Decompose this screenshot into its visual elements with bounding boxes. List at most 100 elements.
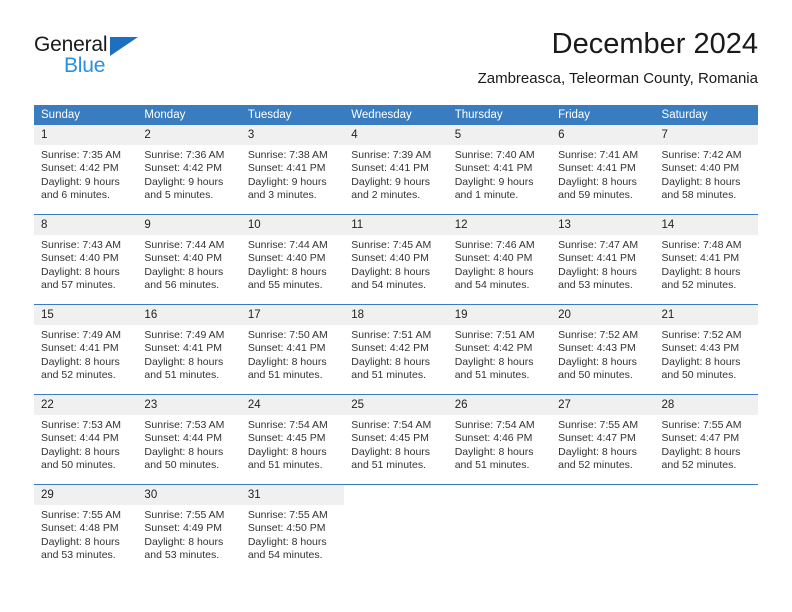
daylight-text-line2: and 53 minutes. <box>41 548 116 561</box>
daylight-text-line2: and 51 minutes. <box>144 368 220 381</box>
day-number[interactable]: 28 <box>654 395 758 415</box>
sunset-text: Sunset: 4:40 PM <box>661 162 740 175</box>
day-number[interactable]: 21 <box>654 305 758 325</box>
daylight-text-line2: and 57 minutes. <box>41 278 116 291</box>
day-cell: 11 Sunrise: 7:45 AM Sunset: 4:40 PM Dayl… <box>344 214 448 305</box>
logo-text-blue: Blue <box>64 54 106 77</box>
sunrise-text: Sunrise: 7:52 AM <box>661 329 742 341</box>
day-details: Sunrise: 7:36 AM Sunset: 4:42 PM Dayligh… <box>137 145 240 202</box>
day-number[interactable]: 6 <box>551 125 655 145</box>
daylight-text-line1: Daylight: 8 hours <box>558 355 637 368</box>
triangle-icon <box>110 37 138 56</box>
day-number[interactable]: 20 <box>551 305 655 325</box>
weekday-header-monday: Monday <box>137 105 241 125</box>
sunrise-text: Sunrise: 7:47 AM <box>558 239 639 251</box>
day-number[interactable]: 29 <box>34 485 138 505</box>
day-number[interactable]: 25 <box>344 395 448 415</box>
day-number[interactable]: 24 <box>240 395 345 415</box>
daylight-text-line2: and 51 minutes. <box>247 458 323 471</box>
daylight-text-line2: and 56 minutes. <box>144 278 220 291</box>
day-number[interactable]: 7 <box>654 125 758 145</box>
day-cell: 25 Sunrise: 7:54 AM Sunset: 4:45 PM Dayl… <box>344 394 448 485</box>
sunset-text: Sunset: 4:42 PM <box>144 162 223 175</box>
day-number[interactable]: 10 <box>240 215 345 235</box>
day-number[interactable]: 19 <box>447 305 552 325</box>
daylight-text-line1: Daylight: 8 hours <box>454 445 534 458</box>
day-number[interactable]: 22 <box>34 395 138 415</box>
weekday-header-sunday: Sunday <box>34 105 138 125</box>
page-title: December 2024 <box>551 28 758 60</box>
daylight-text-line1: Daylight: 8 hours <box>351 355 431 368</box>
daylight-text-line1: Daylight: 8 hours <box>558 445 637 458</box>
week-row: 1 Sunrise: 7:35 AM Sunset: 4:42 PM Dayli… <box>34 125 758 215</box>
daylight-text-line1: Daylight: 8 hours <box>41 265 120 278</box>
sunset-text: Sunset: 4:45 PM <box>351 432 429 445</box>
day-number[interactable]: 8 <box>34 215 138 235</box>
day-details: Sunrise: 7:43 AM Sunset: 4:40 PM Dayligh… <box>34 235 137 292</box>
day-number[interactable]: 4 <box>344 125 448 145</box>
daylight-text-line2: and 51 minutes. <box>454 458 530 471</box>
day-number[interactable]: 23 <box>137 395 241 415</box>
week-row: 15 Sunrise: 7:49 AM Sunset: 4:41 PM Dayl… <box>34 304 758 395</box>
day-details: Sunrise: 7:42 AM Sunset: 4:40 PM Dayligh… <box>655 145 758 202</box>
sunrise-text: Sunrise: 7:53 AM <box>144 419 225 431</box>
day-details: Sunrise: 7:50 AM Sunset: 4:41 PM Dayligh… <box>241 325 344 382</box>
sunset-text: Sunset: 4:40 PM <box>351 252 429 265</box>
day-number[interactable]: 12 <box>447 215 552 235</box>
day-number[interactable]: 2 <box>137 125 241 145</box>
day-details: Sunrise: 7:52 AM Sunset: 4:43 PM Dayligh… <box>655 325 758 382</box>
daylight-text-line2: and 55 minutes. <box>247 278 323 291</box>
day-number[interactable]: 3 <box>240 125 345 145</box>
day-number[interactable]: 18 <box>344 305 448 325</box>
daylight-text-line1: Daylight: 8 hours <box>661 175 741 188</box>
day-cell: 10 Sunrise: 7:44 AM Sunset: 4:40 PM Dayl… <box>240 214 345 305</box>
day-number[interactable]: 30 <box>137 485 241 505</box>
sunset-text: Sunset: 4:45 PM <box>247 432 326 445</box>
day-cell: 15 Sunrise: 7:49 AM Sunset: 4:41 PM Dayl… <box>34 304 138 395</box>
day-details: Sunrise: 7:35 AM Sunset: 4:42 PM Dayligh… <box>34 145 137 202</box>
day-number[interactable]: 5 <box>447 125 552 145</box>
day-number[interactable]: 16 <box>137 305 241 325</box>
daylight-text-line1: Daylight: 8 hours <box>661 355 741 368</box>
daylight-text-line1: Daylight: 8 hours <box>247 355 327 368</box>
day-cell: 17 Sunrise: 7:50 AM Sunset: 4:41 PM Dayl… <box>240 304 345 395</box>
day-cell: 30 Sunrise: 7:55 AM Sunset: 4:49 PM Dayl… <box>137 484 241 574</box>
day-cell: 28 Sunrise: 7:55 AM Sunset: 4:47 PM Dayl… <box>654 394 758 485</box>
day-number[interactable]: 27 <box>551 395 655 415</box>
sunrise-text: Sunrise: 7:55 AM <box>41 509 121 521</box>
day-number[interactable]: 14 <box>654 215 758 235</box>
weekday-header-tuesday: Tuesday <box>240 105 345 125</box>
daylight-text-line1: Daylight: 8 hours <box>454 265 534 278</box>
sunrise-text: Sunrise: 7:53 AM <box>41 419 121 431</box>
day-number[interactable]: 13 <box>551 215 655 235</box>
day-cell: 21 Sunrise: 7:52 AM Sunset: 4:43 PM Dayl… <box>654 304 758 395</box>
day-cell: 27 Sunrise: 7:55 AM Sunset: 4:47 PM Dayl… <box>551 394 655 485</box>
day-details: Sunrise: 7:49 AM Sunset: 4:41 PM Dayligh… <box>34 325 137 382</box>
sunset-text: Sunset: 4:47 PM <box>558 432 636 445</box>
sunrise-text: Sunrise: 7:50 AM <box>247 329 328 341</box>
day-number[interactable]: 31 <box>240 485 345 505</box>
daylight-text-line2: and 50 minutes. <box>661 368 737 381</box>
day-number[interactable]: 15 <box>34 305 138 325</box>
day-number[interactable]: 1 <box>34 125 138 145</box>
day-cell: 14 Sunrise: 7:48 AM Sunset: 4:41 PM Dayl… <box>654 214 758 305</box>
day-number[interactable]: 17 <box>240 305 345 325</box>
day-number[interactable]: 26 <box>447 395 552 415</box>
sunrise-text: Sunrise: 7:44 AM <box>144 239 225 251</box>
weekday-header-saturday: Saturday <box>654 105 758 125</box>
day-details: Sunrise: 7:54 AM Sunset: 4:46 PM Dayligh… <box>448 415 551 472</box>
sunset-text: Sunset: 4:50 PM <box>247 522 326 535</box>
daylight-text-line1: Daylight: 8 hours <box>661 445 741 458</box>
general-blue-logo[interactable]: General Blue <box>34 34 164 86</box>
day-number <box>654 485 758 505</box>
daylight-text-line2: and 52 minutes. <box>661 458 737 471</box>
daylight-text-line2: and 52 minutes. <box>41 368 116 381</box>
sunrise-text: Sunrise: 7:55 AM <box>144 509 225 521</box>
day-number[interactable]: 11 <box>344 215 448 235</box>
sunset-text: Sunset: 4:41 PM <box>558 252 636 265</box>
sunrise-text: Sunrise: 7:46 AM <box>454 239 535 251</box>
day-number[interactable]: 9 <box>137 215 241 235</box>
daylight-text-line1: Daylight: 8 hours <box>558 265 637 278</box>
daylight-text-line2: and 50 minutes. <box>558 368 633 381</box>
sunrise-text: Sunrise: 7:41 AM <box>558 149 639 161</box>
